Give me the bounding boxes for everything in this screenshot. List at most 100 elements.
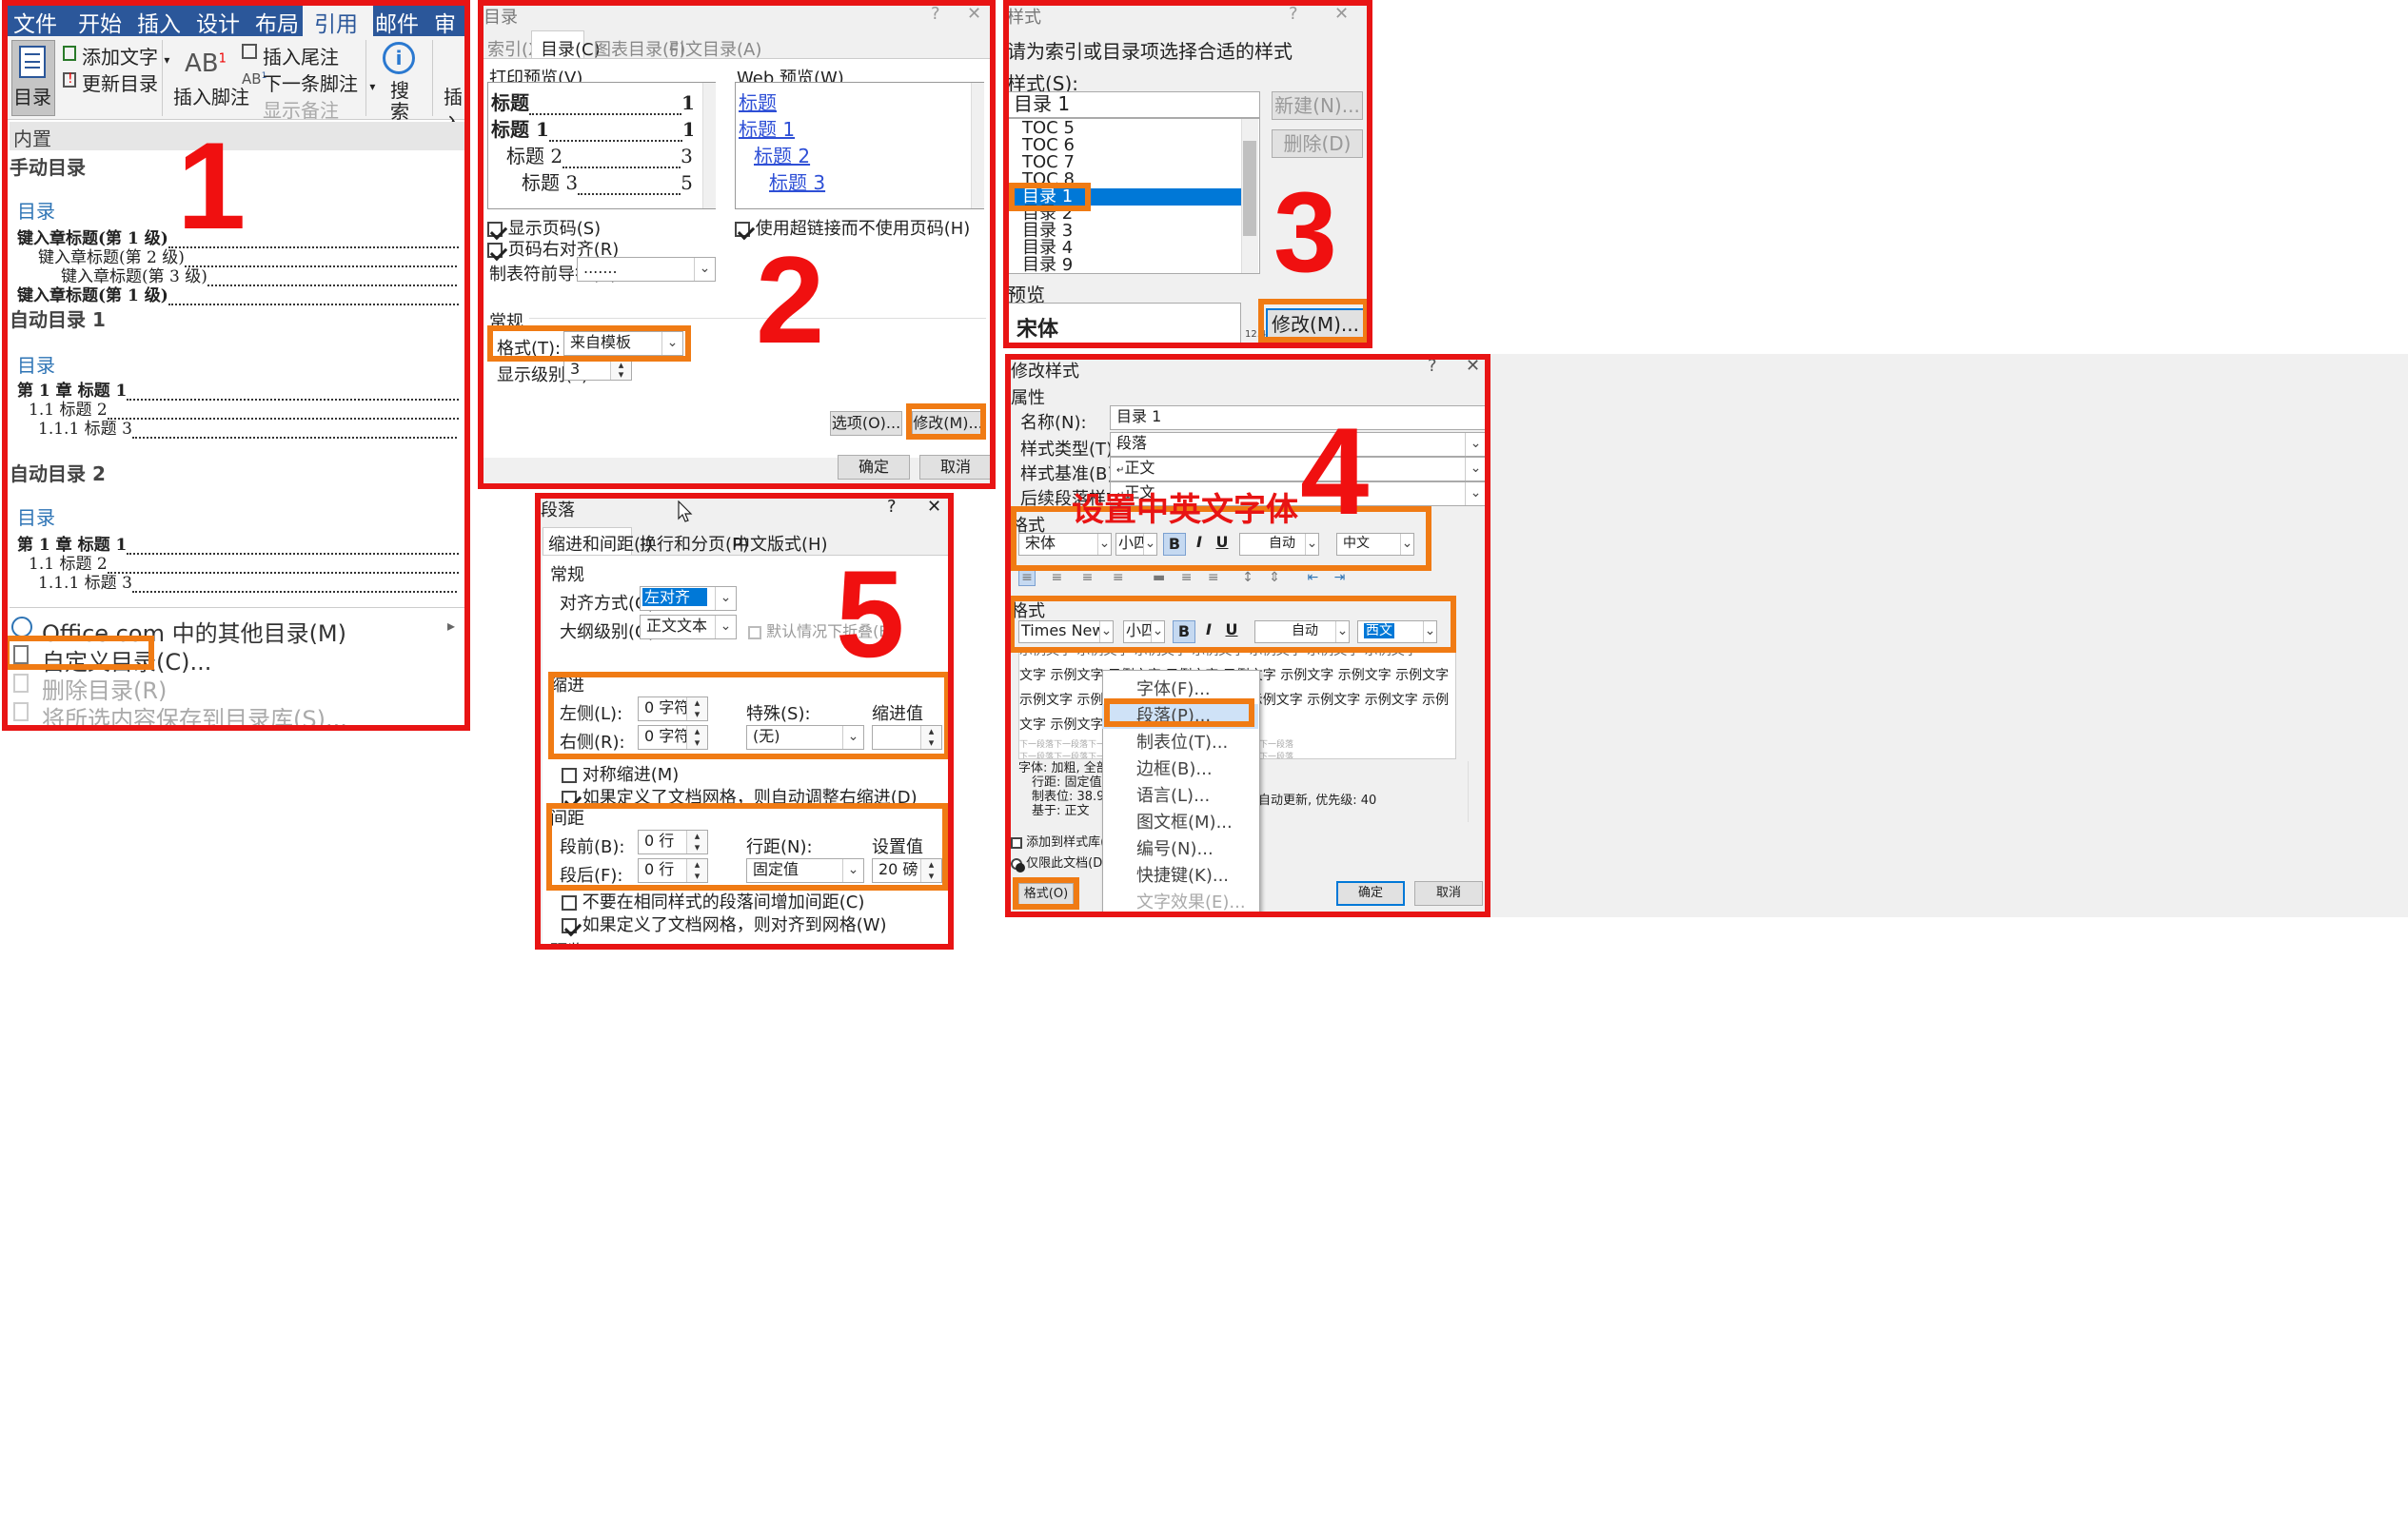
based-select[interactable]: ↵正文 ⌄ bbox=[1110, 457, 1487, 481]
tab-asian-typography[interactable]: 中文版式(H) bbox=[733, 531, 828, 556]
custom-toc-icon bbox=[13, 645, 29, 664]
add-text-button[interactable]: 添加文字 ▾ bbox=[82, 42, 169, 69]
cancel-button[interactable]: 取消 bbox=[1414, 881, 1483, 906]
color-en-select[interactable]: 自动 ⌄ bbox=[1254, 620, 1350, 643]
close-icon[interactable]: ✕ bbox=[927, 497, 941, 517]
mirror-indent-checkbox[interactable]: 对称缩进(M) bbox=[562, 761, 679, 786]
size-en-select[interactable]: 小四 ⌄ bbox=[1123, 620, 1165, 643]
type-select[interactable]: 段落 ⌄ bbox=[1110, 432, 1487, 457]
search-button[interactable]: 搜索 bbox=[390, 80, 413, 122]
align-select[interactable]: 左对齐 ⌄ bbox=[640, 586, 737, 611]
underline-button[interactable]: U bbox=[1222, 620, 1241, 638]
snap-grid-checkbox[interactable]: 如果定义了文档网格，则对齐到网格(W) bbox=[562, 912, 887, 936]
close-icon[interactable]: ✕ bbox=[1466, 356, 1480, 376]
web-link-h1[interactable]: 标题 1 bbox=[739, 114, 795, 142]
at-spinner[interactable]: 20 磅 ▴ ▾ bbox=[872, 858, 942, 883]
bold-button[interactable]: B bbox=[1163, 533, 1186, 556]
modify-style-button[interactable]: 修改(M)... bbox=[1266, 308, 1365, 339]
scrollbar[interactable] bbox=[971, 83, 984, 208]
scrollbar[interactable] bbox=[1468, 761, 1481, 822]
size-cn-select[interactable]: 小四 ⌄ bbox=[1115, 533, 1157, 556]
tab-mailings[interactable]: 邮件 bbox=[375, 6, 419, 38]
indent-increase-icon[interactable]: ⇥ bbox=[1334, 570, 1346, 585]
scroll-thumb[interactable] bbox=[1243, 141, 1256, 236]
help-icon[interactable]: ? bbox=[1428, 356, 1437, 376]
tab-insert[interactable]: 插入 bbox=[137, 6, 181, 38]
context-menu-item[interactable]: 段落(P)... bbox=[1102, 704, 1258, 729]
spacing-increase-icon[interactable]: ↕ bbox=[1242, 570, 1253, 585]
scrollbar[interactable] bbox=[702, 83, 716, 208]
tab-leader-select[interactable]: ....... ⌄ bbox=[577, 257, 716, 282]
format-select[interactable]: 来自模板 ⌄ bbox=[563, 331, 683, 356]
modify-button[interactable]: 修改(M)... bbox=[912, 411, 984, 436]
single-space-icon[interactable]: ▬ bbox=[1153, 570, 1165, 585]
after-spinner[interactable]: 0 行 ▴ ▾ bbox=[638, 858, 708, 883]
bold-button[interactable]: B bbox=[1173, 620, 1195, 643]
context-menu-item[interactable]: 文字效果(E)... bbox=[1102, 891, 1258, 915]
add-text-icon bbox=[63, 46, 76, 61]
web-link-h3[interactable]: 标题 3 bbox=[769, 167, 825, 195]
chevron-down-icon: ⌄ bbox=[1465, 433, 1486, 456]
align-center-icon[interactable]: ≡ bbox=[1051, 570, 1062, 585]
close-icon[interactable]: ✕ bbox=[967, 4, 981, 24]
context-menu-item[interactable]: 编号(N)... bbox=[1102, 837, 1258, 862]
context-menu-item[interactable]: 制表位(T)... bbox=[1102, 731, 1258, 755]
context-menu-item[interactable]: 语言(L)... bbox=[1102, 784, 1258, 809]
based-label: 样式基准(B): bbox=[1020, 464, 1120, 484]
only-doc-radio[interactable]: 仅限此文档(D) bbox=[1011, 853, 1107, 873]
italic-button[interactable]: I bbox=[1190, 533, 1209, 551]
new-style-button: 新建(N)... bbox=[1272, 91, 1363, 120]
italic-button[interactable]: I bbox=[1199, 620, 1218, 638]
context-menu-item[interactable]: 快捷键(K)... bbox=[1102, 864, 1258, 889]
help-icon[interactable]: ? bbox=[931, 4, 940, 24]
font-en-select[interactable]: Times New Roman⌄ bbox=[1018, 620, 1114, 643]
align-right-icon[interactable]: ≡ bbox=[1082, 570, 1094, 585]
font-cn-select[interactable]: 宋体 ⌄ bbox=[1018, 533, 1112, 556]
format-menu-button[interactable]: 格式(O) ▾ bbox=[1018, 883, 1074, 917]
justify-icon[interactable]: ≡ bbox=[1113, 570, 1124, 585]
tab-home[interactable]: 开始 bbox=[78, 6, 122, 38]
web-link-h2[interactable]: 标题 2 bbox=[754, 141, 810, 168]
tab-indent-spacing-label: 缩进和间距(I) bbox=[548, 535, 653, 555]
options-button[interactable]: 选项(O)... bbox=[830, 411, 902, 436]
ok-button[interactable]: 确定 bbox=[838, 455, 910, 480]
spacing-decrease-icon[interactable]: ⇕ bbox=[1269, 570, 1280, 585]
line-spacing-select[interactable]: 固定值 ⌄ bbox=[746, 858, 864, 883]
context-menu-item[interactable]: 图文框(M)... bbox=[1102, 811, 1258, 835]
auto-adjust-checkbox[interactable]: 如果定义了文档网格，则自动调整右缩进(D) bbox=[562, 784, 918, 809]
double-space-icon[interactable]: ≡ bbox=[1208, 570, 1219, 585]
context-menu-item[interactable]: 字体(F)... bbox=[1102, 677, 1258, 702]
cancel-button[interactable]: 取消 bbox=[919, 455, 992, 480]
help-icon[interactable]: ? bbox=[887, 497, 897, 517]
name-input[interactable]: 目录 1 bbox=[1110, 405, 1487, 430]
special-select[interactable]: (无) ⌄ bbox=[746, 725, 864, 750]
close-icon[interactable]: ✕ bbox=[1334, 4, 1349, 24]
left-indent-spinner[interactable]: 0 字符 ▴ ▾ bbox=[638, 696, 708, 721]
context-menu-item[interactable]: 边框(B)... bbox=[1102, 757, 1258, 782]
manual-toc-label: 目录 bbox=[17, 200, 55, 223]
insert-footnote-button[interactable]: 插入脚注 bbox=[173, 82, 249, 109]
web-link-title[interactable]: 标题 bbox=[739, 88, 777, 115]
levels-spinner[interactable]: 3 ▴ ▾ bbox=[563, 360, 632, 381]
print-line-h1: 标题 11 bbox=[491, 118, 693, 142]
no-space-checkbox[interactable]: 不要在相同样式的段落间增加间距(C) bbox=[562, 889, 864, 913]
one-half-space-icon[interactable]: ≡ bbox=[1181, 570, 1193, 585]
indent-decrease-icon[interactable]: ⇤ bbox=[1307, 570, 1318, 585]
tab-file[interactable]: 文件 bbox=[13, 6, 57, 38]
style-name-input[interactable]: 目录 1 bbox=[1007, 91, 1260, 118]
tab-layout[interactable]: 布局 bbox=[255, 6, 299, 38]
insert-endnote-button[interactable]: 插入尾注 bbox=[263, 42, 339, 69]
underline-button[interactable]: U bbox=[1213, 533, 1232, 551]
next-footnote-button[interactable]: 下一条脚注 ▾ bbox=[263, 69, 375, 96]
update-toc-button[interactable]: 更新目录 bbox=[82, 69, 158, 96]
indent-by-spinner[interactable]: ▴ ▾ bbox=[872, 725, 942, 750]
style-list-item[interactable]: 目录 9 bbox=[1009, 257, 1241, 274]
script-en-select[interactable]: 西文 ⌄ bbox=[1357, 620, 1437, 643]
right-indent-spinner[interactable]: 0 字符 ▴ ▾ bbox=[638, 725, 708, 750]
ok-button[interactable]: 确定 bbox=[1336, 881, 1405, 906]
align-left-icon[interactable]: ≡ bbox=[1018, 569, 1036, 586]
tab-design[interactable]: 设计 bbox=[196, 6, 240, 38]
outline-select[interactable]: 正文文本 ⌄ bbox=[640, 615, 737, 639]
before-spinner[interactable]: 0 行 ▴ ▾ bbox=[638, 830, 708, 854]
help-icon[interactable]: ? bbox=[1289, 4, 1298, 24]
